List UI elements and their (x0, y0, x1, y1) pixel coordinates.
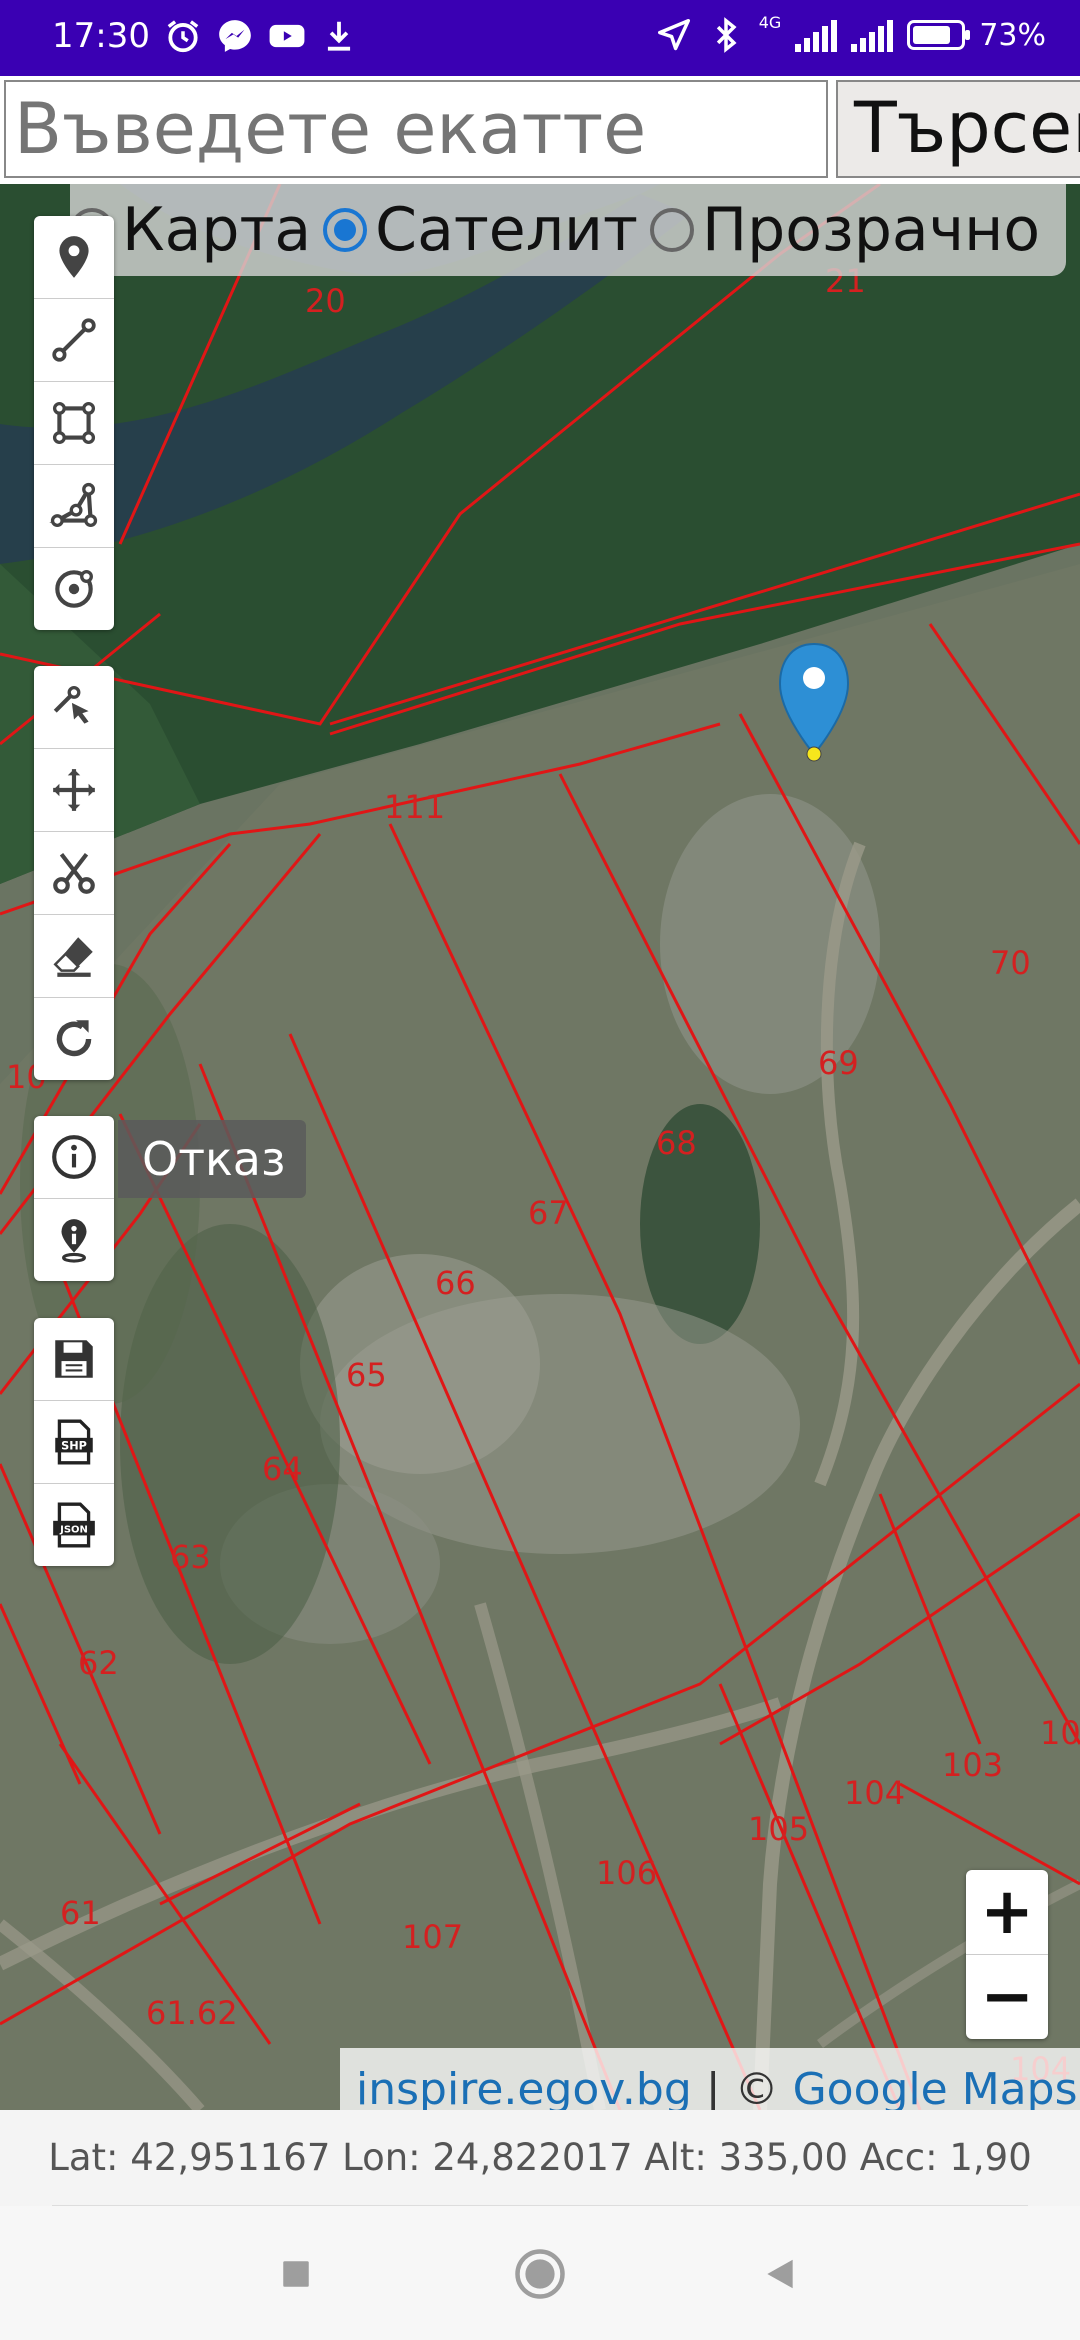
attribution-separator: | © (691, 2064, 793, 2110)
parcel-label[interactable]: 61 (60, 1894, 101, 1932)
parcel-label[interactable]: 65 (346, 1356, 387, 1394)
parcel-label[interactable]: 20 (305, 282, 346, 320)
svg-text:SHP: SHP (61, 1440, 87, 1453)
coordinates-readout: Lat: 42,951167 Lon: 24,822017 Alt: 335,0… (0, 2110, 1080, 2206)
home-button[interactable] (510, 2244, 570, 2304)
battery-icon (907, 20, 971, 50)
eraser-button[interactable] (34, 915, 114, 998)
system-nav-bar (0, 2206, 1080, 2340)
radio-transparent-label: Прозрачно (702, 195, 1041, 265)
parcel-label[interactable]: 61.62 (146, 1994, 238, 2032)
parcel-label[interactable]: 107 (402, 1918, 463, 1956)
rotate-icon (56, 1020, 92, 1057)
home-circle-icon (515, 2249, 565, 2299)
network-type: 4G (758, 13, 782, 32)
draw-circle-marker-button[interactable] (34, 548, 114, 630)
circle-marker-icon (55, 570, 93, 608)
info-button[interactable] (34, 1116, 114, 1199)
zoom-control: + − (966, 1870, 1048, 2039)
move-button[interactable] (34, 749, 114, 832)
attribution-provider-link[interactable]: Google Maps (793, 2064, 1078, 2110)
draw-rectangle-button[interactable] (34, 382, 114, 465)
bluetooth-icon (716, 17, 737, 53)
draw-polygon-button[interactable] (34, 465, 114, 548)
cut-button[interactable] (34, 832, 114, 915)
move-icon (53, 769, 95, 811)
map-attribution: inspire.egov.bg | © Google Maps (340, 2048, 1080, 2110)
search-button[interactable]: Търсене (836, 80, 1080, 178)
draw-marker-button[interactable] (34, 216, 114, 299)
export-toolbar: SHP JSON (34, 1318, 114, 1566)
parcel-label[interactable]: 106 (596, 1854, 657, 1892)
back-button[interactable] (750, 2244, 810, 2304)
radio-satellite-circle[interactable] (323, 208, 368, 252)
polyline-icon (52, 318, 96, 362)
radio-satellite[interactable]: Сателит (323, 195, 638, 265)
recents-square-icon (283, 2261, 309, 2287)
parcel-label[interactable]: 111 (384, 788, 445, 826)
attribution-source-link[interactable]: inspire.egov.bg (356, 2064, 692, 2110)
parcel-label[interactable]: 62 (78, 1644, 119, 1682)
save-icon (55, 1340, 93, 1378)
download-icon (327, 21, 351, 51)
person-info-button[interactable] (34, 1199, 114, 1281)
youtube-icon (269, 24, 305, 48)
ekatte-search-input[interactable] (4, 80, 828, 178)
status-time: 17:30 (52, 16, 150, 56)
draw-polyline-button[interactable] (34, 299, 114, 382)
parcel-label[interactable]: 64 (262, 1450, 303, 1488)
zoom-out-button[interactable]: − (966, 1955, 1048, 2039)
back-triangle-icon (767, 2259, 793, 2289)
parcel-label[interactable]: 68 (656, 1124, 697, 1162)
layer-switcher: Карта Сателит Прозрачно (70, 184, 1066, 276)
signal-icon (851, 18, 894, 52)
eraser-icon (53, 937, 93, 977)
radio-transparent-circle[interactable] (650, 208, 694, 252)
parcel-label[interactable]: 69 (818, 1044, 859, 1082)
rotate-button[interactable] (34, 998, 114, 1080)
save-button[interactable] (34, 1318, 114, 1401)
alarm-icon (167, 20, 199, 53)
export-shp-button[interactable]: SHP (34, 1401, 114, 1484)
map-view[interactable]: 20 21 111 70 69 10 68 67 66 65 64 63 62 … (0, 184, 1080, 2110)
signal-icon (795, 18, 838, 52)
parcel-label[interactable]: 105 (748, 1810, 809, 1848)
parcel-label[interactable]: 103 (942, 1746, 1003, 1784)
shp-export-icon: SHP (55, 1419, 93, 1465)
status-bar: 17:30 4G 73% (0, 0, 1080, 76)
location-arrow-icon (657, 19, 690, 51)
draw-toolbar (34, 216, 114, 630)
marker-icon (59, 236, 89, 278)
radio-satellite-label: Сателит (375, 195, 638, 265)
parcel-label[interactable]: 63 (170, 1538, 211, 1576)
battery-percent: 73% (979, 17, 1046, 53)
svg-text:JSON: JSON (59, 1525, 88, 1536)
edit-toolbar (34, 666, 114, 1080)
recents-button[interactable] (266, 2244, 326, 2304)
person-pin-icon (61, 1219, 87, 1263)
polygon-icon (49, 482, 98, 528)
radio-map-label: Карта (122, 195, 312, 265)
cancel-tooltip[interactable]: Отказ (118, 1120, 306, 1198)
messenger-icon (219, 20, 251, 52)
json-export-icon: JSON (53, 1502, 95, 1548)
edit-vertices-button[interactable] (34, 666, 114, 749)
radio-transparent[interactable]: Прозрачно (650, 195, 1040, 265)
parcel-label[interactable]: 67 (528, 1194, 569, 1232)
info-toolbar (34, 1116, 114, 1281)
parcel-label[interactable]: 10 (1040, 1714, 1080, 1752)
export-json-button[interactable]: JSON (34, 1484, 114, 1566)
parcel-label[interactable]: 70 (990, 944, 1031, 982)
rectangle-icon (52, 401, 96, 445)
parcel-label[interactable]: 66 (435, 1264, 476, 1302)
edit-vertices-icon (53, 685, 89, 724)
zoom-in-button[interactable]: + (966, 1870, 1048, 1955)
parcel-label[interactable]: 104 (844, 1774, 905, 1812)
cut-icon (53, 852, 95, 894)
search-bar: Търсене (0, 76, 1080, 184)
info-icon (52, 1135, 96, 1179)
